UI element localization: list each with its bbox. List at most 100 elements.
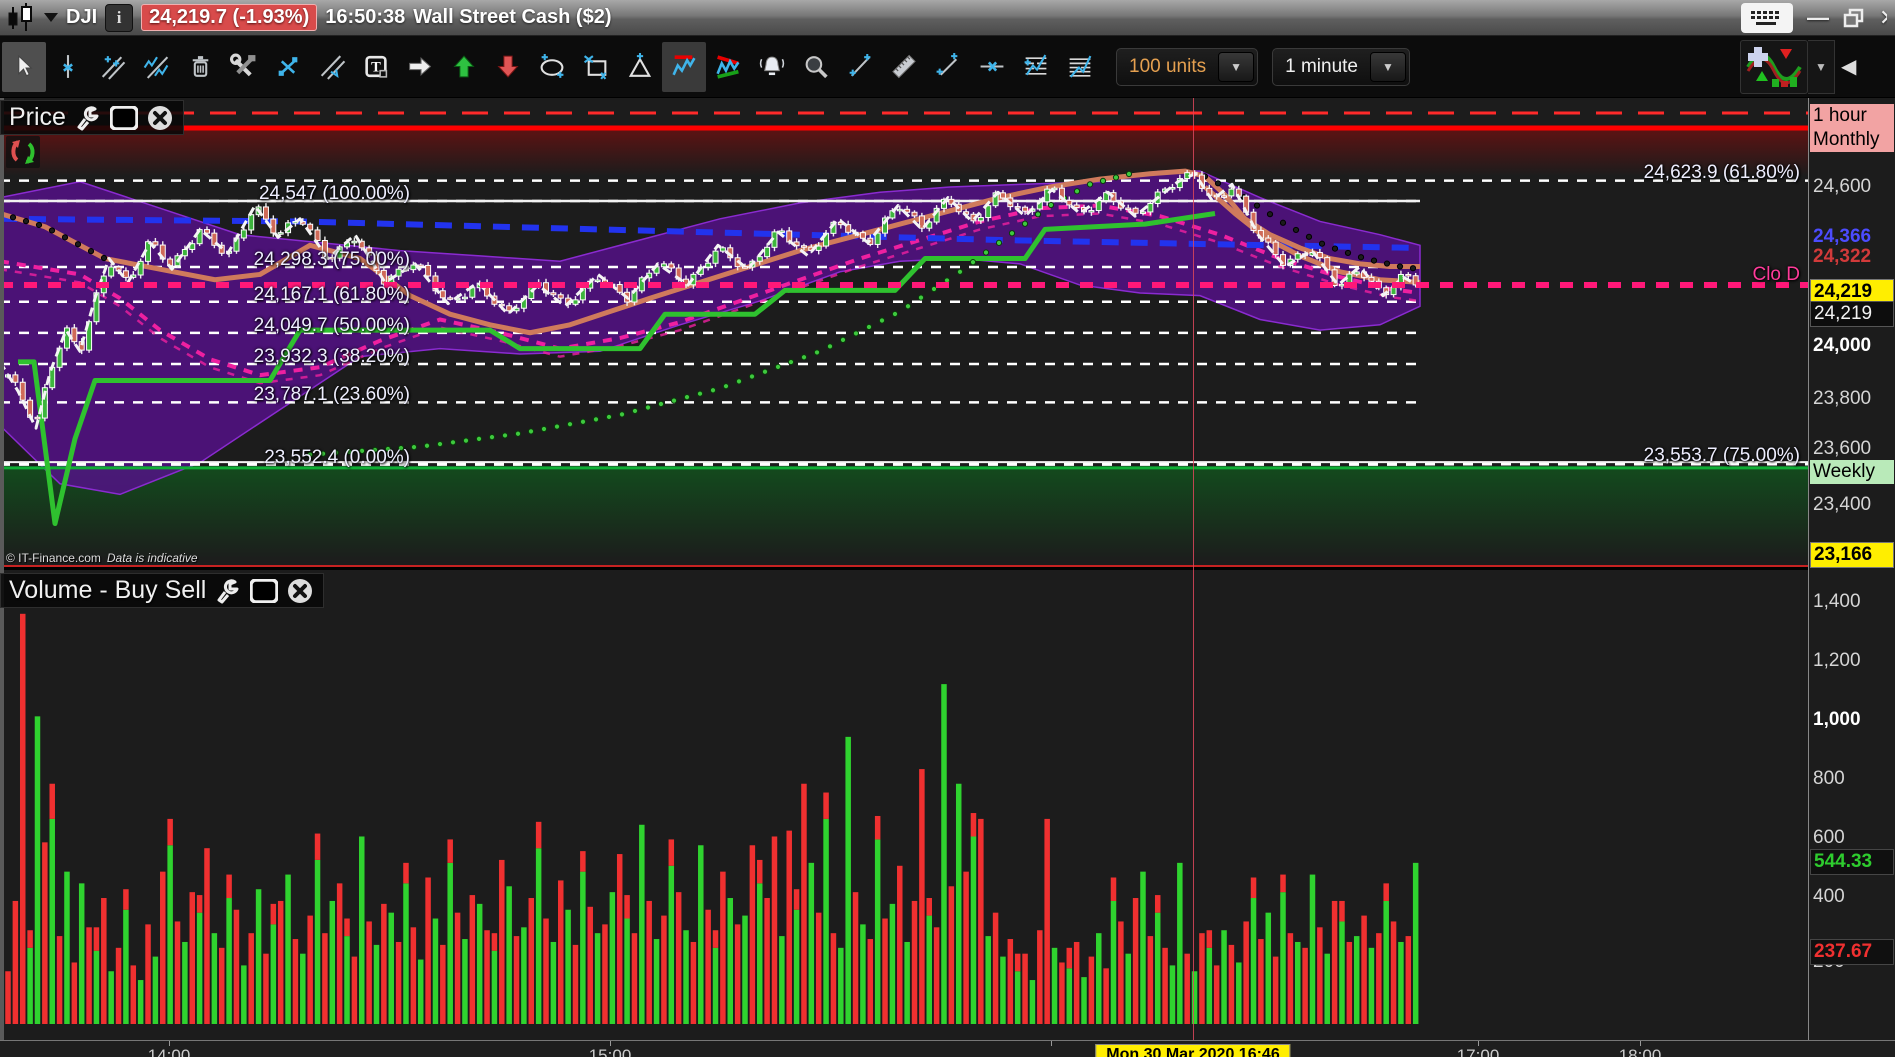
tool-triangle[interactable] xyxy=(618,42,662,92)
title-bar: DJI i 24,219.7 (-1.93%) 16:50:38 Wall St… xyxy=(0,0,1895,36)
keyboard-icon[interactable] xyxy=(1741,2,1793,33)
units-value: 100 units xyxy=(1129,55,1207,77)
volume-panel-title: Volume - Buy Sell xyxy=(9,576,207,604)
axis-label: 400 xyxy=(1813,886,1845,907)
chart-type-icon[interactable] xyxy=(6,2,36,31)
fib-level-label: 23,932.3 (38.20%) xyxy=(253,346,410,367)
tool-arrow-right[interactable] xyxy=(398,42,442,92)
time-label: 17:00 xyxy=(1456,1046,1500,1057)
price-close-icon[interactable] xyxy=(147,105,173,131)
fib-level-label: 23,787.1 (23.60%) xyxy=(253,384,410,405)
tool-cursor[interactable] xyxy=(2,41,46,92)
tool-horizontal-line[interactable] xyxy=(970,42,1014,92)
axis-label: 23,166 xyxy=(1810,542,1894,568)
price-settings-wrench-icon[interactable] xyxy=(75,105,101,131)
axis-label: 23,400 xyxy=(1813,494,1872,515)
price-axis[interactable]: 1 hour Monthly 24,600 24,366 24,322 24,219 24,… xyxy=(1808,98,1895,1040)
fib-level-label: 24,547 (100.00%) xyxy=(258,183,410,204)
price-panel-title: Price xyxy=(9,103,66,131)
crosshair-vertical-line xyxy=(1193,98,1194,1040)
collapse-panel-icon[interactable]: ◀ xyxy=(1841,54,1856,79)
time-axis[interactable]: 14:00 15:00 17:00 18:00 Mon 30 Mar 2020 16:… xyxy=(0,1040,1895,1057)
time-label: 15:00 xyxy=(588,1046,632,1057)
axis-label: 600 xyxy=(1813,827,1845,848)
fib-level-label: 24,049.7 (50.00%) xyxy=(253,315,410,336)
refresh-icon[interactable] xyxy=(6,136,40,168)
tool-drawing-tools[interactable] xyxy=(222,42,266,92)
axis-label: 24,600 xyxy=(1813,176,1872,197)
time-tick xyxy=(1051,1041,1052,1046)
axis-label: 24,366 xyxy=(1813,226,1872,247)
axis-label: 800 xyxy=(1813,768,1845,789)
axis-label: 24,000 xyxy=(1813,335,1872,356)
tool-vertical-cursor[interactable] xyxy=(46,42,90,92)
trading-app-window: { "window": { "symbol": "DJI", "info_but… xyxy=(0,0,1895,1057)
tool-fib-retracement[interactable] xyxy=(1014,42,1058,92)
chart-type-dropdown-icon[interactable] xyxy=(44,13,58,22)
fib-level-label: 24,298.3 (75.00%) xyxy=(253,249,410,270)
chart-area[interactable]: Price Volume - Buy Sell © IT-Finance.com… xyxy=(0,98,1895,1040)
tool-trash[interactable] xyxy=(178,42,222,92)
units-dropdown-arrow-icon[interactable]: ▼ xyxy=(1218,51,1255,82)
copyright-notice: © IT-Finance.com Data is indicative xyxy=(6,551,198,565)
axis-label: Weekly xyxy=(1810,460,1894,484)
axis-label: 237.67 xyxy=(1810,939,1894,965)
axis-label: 24,322 xyxy=(1813,246,1872,267)
market-name: Wall Street Cash ($2) xyxy=(413,6,612,28)
axis-label: 23,800 xyxy=(1813,388,1872,409)
fib-level-label: 24,167.1 (61.80%) xyxy=(253,284,410,305)
axis-label: 544.33 xyxy=(1810,849,1894,875)
units-dropdown[interactable]: 100 units ▼ xyxy=(1116,47,1259,86)
left-edge-strip xyxy=(0,98,4,1040)
axis-label: 1 hour xyxy=(1810,104,1894,128)
tool-ellipse[interactable] xyxy=(530,42,574,92)
indicators-button[interactable] xyxy=(1740,39,1808,94)
tool-parallel-lines[interactable] xyxy=(310,42,354,92)
restore-button[interactable] xyxy=(1843,8,1865,28)
time-label: 14:00 xyxy=(147,1046,191,1057)
tool-rectangle[interactable] xyxy=(574,42,618,92)
volume-window-icon[interactable] xyxy=(250,578,279,603)
volume-close-icon[interactable] xyxy=(287,578,313,604)
tool-arrow-up[interactable] xyxy=(442,42,486,92)
tool-segment-2[interactable] xyxy=(926,42,970,92)
volume-panel-header: Volume - Buy Sell xyxy=(0,573,325,608)
tool-segment[interactable] xyxy=(838,42,882,92)
price-volume-chart[interactable] xyxy=(0,98,1810,1040)
drawing-toolbar: T 100 units ▼ 1 minute ▼ ▼ ◀ xyxy=(0,36,1895,98)
close-button[interactable]: ✕ xyxy=(1879,5,1887,31)
window-controls: — ✕ xyxy=(1741,2,1889,33)
daily-close-label: Clo D xyxy=(1752,264,1800,285)
tool-fib-projection[interactable] xyxy=(1058,42,1102,92)
fib-level-label-right: 24,623.9 (61.80%) xyxy=(1643,162,1800,183)
timeframe-dropdown[interactable]: 1 minute ▼ xyxy=(1272,47,1410,86)
crosshair-date-badge: Mon 30 Mar 2020 16:46 xyxy=(1095,1044,1291,1057)
axis-label: 1,400 xyxy=(1813,591,1861,612)
symbol-name: DJI xyxy=(66,6,98,28)
tool-zigzag-channel[interactable] xyxy=(706,42,750,92)
tool-arrow-down[interactable] xyxy=(486,42,530,92)
timeframe-dropdown-arrow-icon[interactable]: ▼ xyxy=(1370,51,1406,82)
info-button[interactable]: i xyxy=(105,3,134,32)
price-window-icon[interactable] xyxy=(109,105,138,130)
tool-alert-bell[interactable] xyxy=(750,42,794,92)
tool-zoom[interactable] xyxy=(794,42,838,92)
toolbar-tools: T xyxy=(2,39,1102,95)
timeframe-value: 1 minute xyxy=(1285,55,1358,77)
last-price-badge: 24,219.7 (-1.93%) xyxy=(141,4,318,31)
axis-label: 23,600 xyxy=(1813,438,1872,459)
fib-level-label-right: 23,553.7 (75.00%) xyxy=(1643,445,1800,466)
volume-settings-wrench-icon[interactable] xyxy=(215,578,241,604)
axis-label: 24,219 xyxy=(1810,301,1894,327)
axis-label: 1,000 xyxy=(1813,709,1861,730)
tool-zigzag-resistance[interactable] xyxy=(662,41,706,92)
tool-ruler[interactable] xyxy=(882,42,926,92)
tool-zigzag-trend[interactable] xyxy=(134,42,178,92)
axis-label: 1,200 xyxy=(1813,650,1861,671)
tool-text[interactable]: T xyxy=(354,42,398,92)
minimize-button[interactable]: — xyxy=(1807,5,1829,31)
tool-move-resize[interactable] xyxy=(266,42,310,92)
indicators-dropdown-arrow-icon[interactable]: ▼ xyxy=(1808,39,1835,94)
tool-trendlines[interactable] xyxy=(90,42,134,92)
axis-label: Monthly xyxy=(1810,128,1894,152)
